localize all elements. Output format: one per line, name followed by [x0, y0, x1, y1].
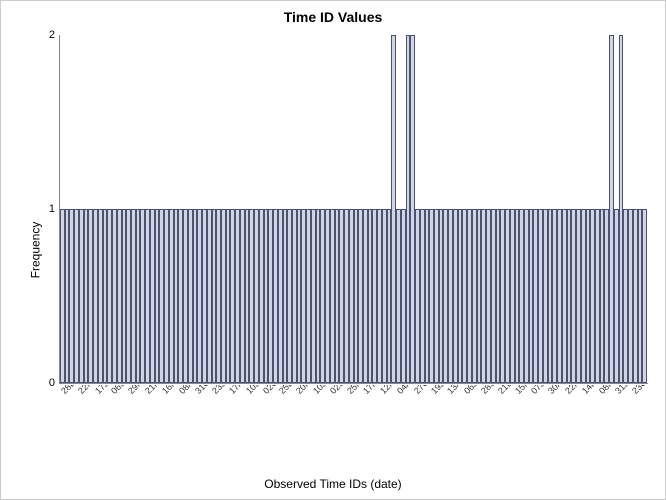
y-tick-label: 2 [37, 29, 55, 41]
x-axis-label: Observed Time IDs (date) [1, 477, 665, 491]
chart-title: Time ID Values [1, 9, 665, 25]
y-tick-label: 1 [37, 203, 55, 215]
x-ticks: 28Dec4822Mar4917Jun4906Sep4929Nov4921Feb… [59, 385, 647, 473]
y-ticks: 012 [37, 35, 55, 383]
bar [642, 209, 647, 383]
plot-area [59, 35, 648, 384]
chart-container: Time ID Values Frequency 012 28Dec4822Ma… [0, 0, 666, 500]
bars-group [60, 35, 648, 383]
y-tick-label: 0 [37, 377, 55, 389]
